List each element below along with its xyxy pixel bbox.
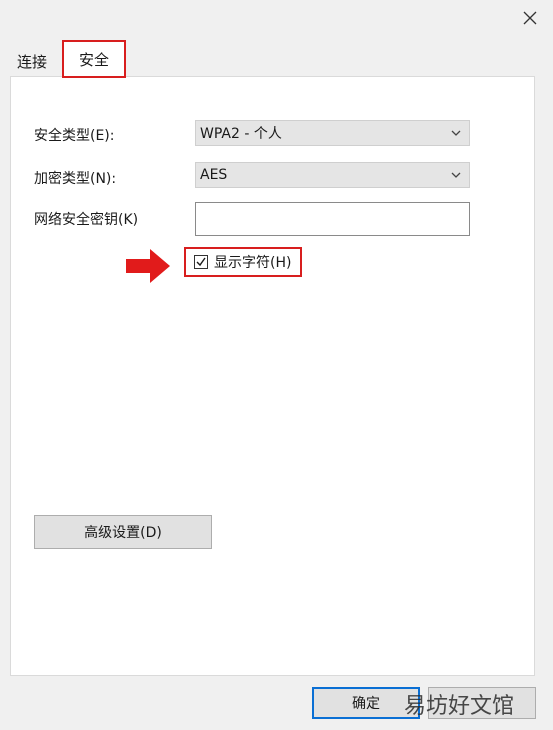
network-key-label: 网络安全密钥(K) bbox=[34, 212, 139, 228]
tab-connect[interactable]: 连接 bbox=[12, 48, 52, 74]
network-key-input[interactable] bbox=[195, 202, 470, 236]
encryption-type-value: AES bbox=[200, 167, 228, 183]
advanced-settings-button[interactable]: 高级设置(D) bbox=[34, 515, 212, 549]
tab-security-label: 安全 bbox=[78, 50, 109, 69]
show-characters-label: 显示字符(H) bbox=[214, 255, 292, 271]
chevron-down-icon bbox=[451, 130, 461, 136]
checkmark-icon bbox=[196, 257, 206, 267]
show-characters-checkbox[interactable] bbox=[194, 255, 208, 269]
cancel-button[interactable] bbox=[428, 687, 536, 719]
tab-connect-label: 连接 bbox=[16, 52, 47, 71]
encryption-type-select[interactable]: AES bbox=[195, 162, 470, 188]
close-icon bbox=[523, 11, 537, 25]
security-type-label: 安全类型(E): bbox=[34, 128, 115, 144]
show-characters-option[interactable]: 显示字符(H) bbox=[184, 247, 302, 277]
encryption-type-label: 加密类型(N): bbox=[34, 171, 117, 187]
tab-security[interactable]: 安全 bbox=[62, 40, 126, 78]
ok-button[interactable]: 确定 bbox=[312, 687, 420, 719]
security-type-select[interactable]: WPA2 - 个人 bbox=[195, 120, 470, 146]
close-button[interactable] bbox=[516, 6, 544, 30]
security-type-value: WPA2 - 个人 bbox=[200, 126, 282, 142]
chevron-down-icon bbox=[451, 172, 461, 178]
red-arrow-icon bbox=[126, 249, 170, 283]
